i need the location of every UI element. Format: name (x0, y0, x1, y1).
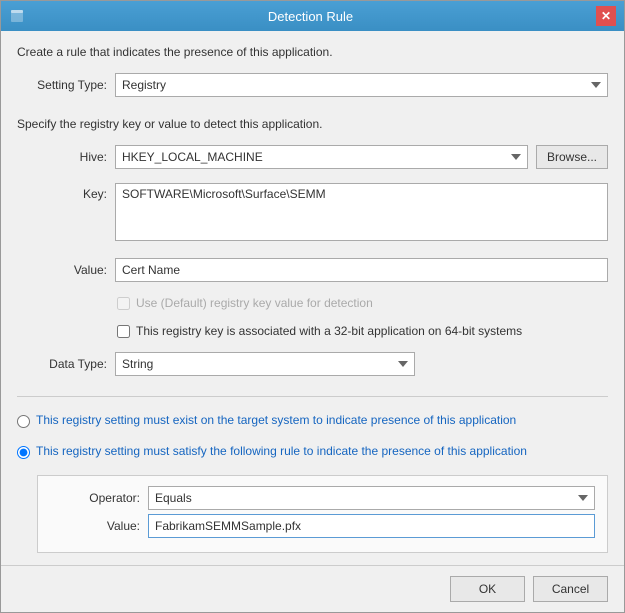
value-wrap (115, 258, 608, 282)
hive-row: Hive: HKEY_LOCAL_MACHINE HKEY_CURRENT_US… (17, 145, 608, 169)
key-label: Key: (17, 187, 107, 201)
registry-section-label: Specify the registry key or value to det… (17, 117, 608, 131)
separator (17, 396, 608, 397)
key-row: Key: SOFTWARE\Microsoft\Surface\SEMM (17, 183, 608, 244)
hive-label: Hive: (17, 150, 107, 164)
rule-value-input[interactable] (148, 514, 595, 538)
checkbox-default-row: Use (Default) registry key value for det… (117, 296, 608, 310)
titlebar: Detection Rule ✕ (1, 1, 624, 31)
dialog-body: Create a rule that indicates the presenc… (1, 31, 624, 565)
value-label: Value: (17, 263, 107, 277)
key-textarea[interactable]: SOFTWARE\Microsoft\Surface\SEMM (115, 183, 608, 241)
radio1-row: This registry setting must exist on the … (17, 413, 608, 428)
checkbox-32bit-row: This registry key is associated with a 3… (117, 324, 608, 338)
operator-wrap: Equals Not Equals Greater Than Less Than… (148, 486, 595, 510)
dialog-icon (9, 8, 25, 24)
data-type-wrap: String Integer Version (115, 352, 415, 376)
radio2-label: This registry setting must satisfy the f… (36, 444, 527, 458)
rule-value-label: Value: (50, 519, 140, 533)
radio-exist[interactable] (17, 415, 30, 428)
hive-select[interactable]: HKEY_LOCAL_MACHINE HKEY_CURRENT_USER HKE… (115, 145, 528, 169)
operator-row: Operator: Equals Not Equals Greater Than… (50, 486, 595, 510)
checkbox-32bit-label: This registry key is associated with a 3… (136, 324, 522, 338)
hive-wrap: HKEY_LOCAL_MACHINE HKEY_CURRENT_USER HKE… (115, 145, 528, 169)
checkbox-default[interactable] (117, 297, 130, 310)
value-row: Value: (17, 258, 608, 282)
browse-button[interactable]: Browse... (536, 145, 608, 169)
key-textarea-wrap: SOFTWARE\Microsoft\Surface\SEMM (115, 183, 608, 244)
rule-detail-section: Operator: Equals Not Equals Greater Than… (37, 475, 608, 553)
operator-select[interactable]: Equals Not Equals Greater Than Less Than… (148, 486, 595, 510)
setting-type-wrap: Registry File System Windows Installer S… (115, 73, 608, 97)
cancel-button[interactable]: Cancel (533, 576, 608, 602)
radio1-label: This registry setting must exist on the … (36, 413, 516, 427)
setting-type-label: Setting Type: (17, 78, 107, 92)
value-input[interactable] (115, 258, 608, 282)
rule-value-row: Value: (50, 514, 595, 538)
detection-rule-dialog: Detection Rule ✕ Create a rule that indi… (0, 0, 625, 613)
checkbox-default-label: Use (Default) registry key value for det… (136, 296, 373, 310)
data-type-row: Data Type: String Integer Version (17, 352, 608, 376)
close-button[interactable]: ✕ (596, 6, 616, 26)
ok-button[interactable]: OK (450, 576, 525, 602)
data-type-label: Data Type: (17, 357, 107, 371)
intro-text: Create a rule that indicates the presenc… (17, 45, 608, 59)
setting-type-select[interactable]: Registry File System Windows Installer S… (115, 73, 608, 97)
dialog-footer: OK Cancel (1, 565, 624, 612)
data-type-select[interactable]: String Integer Version (115, 352, 415, 376)
checkbox-32bit[interactable] (117, 325, 130, 338)
radio2-row: This registry setting must satisfy the f… (17, 444, 608, 459)
operator-label: Operator: (50, 491, 140, 505)
rule-value-wrap (148, 514, 595, 538)
dialog-title: Detection Rule (25, 9, 596, 24)
radio-satisfy[interactable] (17, 446, 30, 459)
setting-type-row: Setting Type: Registry File System Windo… (17, 73, 608, 97)
